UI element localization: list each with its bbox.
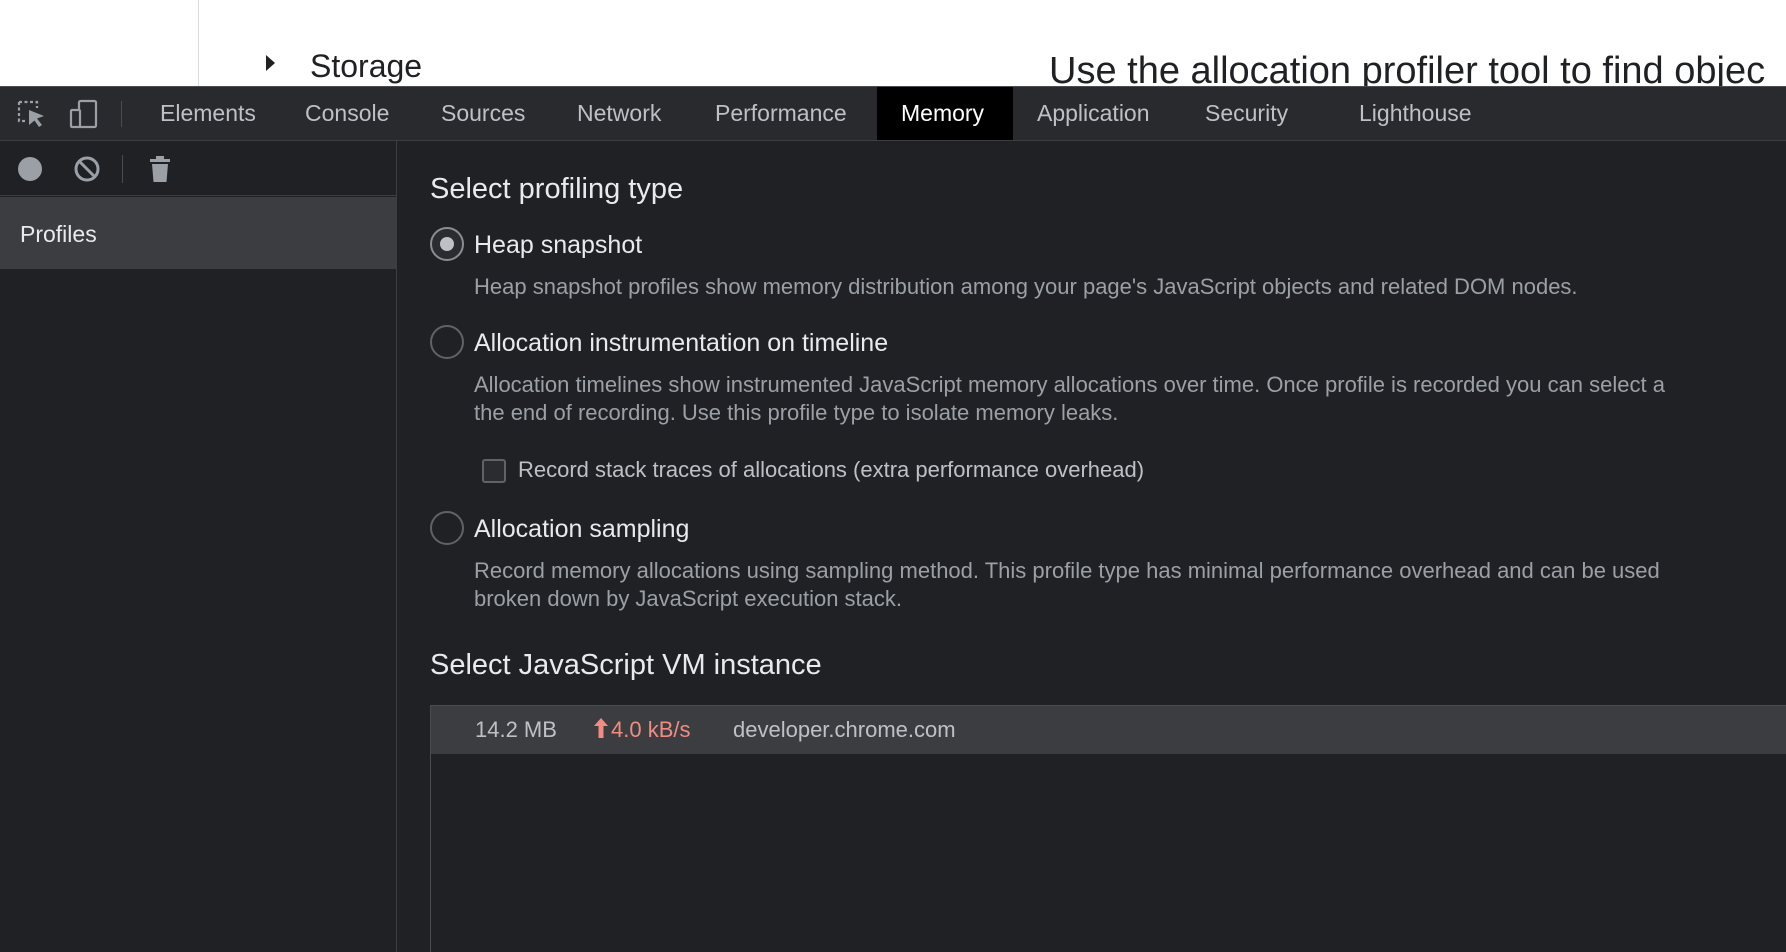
sidebar-item-profiles[interactable]: Profiles <box>0 199 396 269</box>
tab-security[interactable]: Security <box>1181 87 1312 140</box>
tab-application[interactable]: Application <box>1013 87 1174 140</box>
profiles-toolbar <box>0 141 396 199</box>
devtools-tabbar: Elements Console Sources Network Perform… <box>0 86 1786 141</box>
tab-performance[interactable]: Performance <box>691 87 871 140</box>
expand-triangle-icon[interactable] <box>266 55 275 71</box>
vm-instance-row[interactable]: 14.2 MB 4.0 kB/s developer.chrome.com <box>431 706 1786 754</box>
tab-console[interactable]: Console <box>281 87 413 140</box>
allocation-sampling-description-line2: broken down by JavaScript execution stac… <box>474 586 903 611</box>
clear-icon[interactable] <box>72 154 102 184</box>
stack-traces-checkbox[interactable] <box>482 459 506 483</box>
vm-heap-size: 14.2 MB <box>475 717 557 742</box>
allocation-sampling-description-line1: Record memory allocations using sampling… <box>474 558 1660 583</box>
profiles-sidebar: Profiles <box>0 141 397 952</box>
record-icon[interactable] <box>15 154 45 184</box>
allocation-timeline-radio[interactable] <box>430 325 464 359</box>
heap-snapshot-radio[interactable] <box>430 227 464 261</box>
memory-panel: Select profiling type Heap snapshot Heap… <box>398 141 1786 952</box>
tab-network[interactable]: Network <box>553 87 685 140</box>
allocation-timeline-description-line2: the end of recording. Use this profile t… <box>474 400 1119 425</box>
stack-traces-label[interactable]: Record stack traces of allocations (extr… <box>518 457 1144 483</box>
allocation-sampling-radio[interactable] <box>430 511 464 545</box>
tab-memory[interactable]: Memory <box>877 87 1013 140</box>
profiling-type-title: Select profiling type <box>430 173 684 205</box>
tab-lighthouse[interactable]: Lighthouse <box>1335 87 1496 140</box>
vm-instance-list: 14.2 MB 4.0 kB/s developer.chrome.com <box>430 705 1786 952</box>
page-heading: Use the allocation profiler tool to find… <box>1049 50 1766 86</box>
heap-snapshot-label[interactable]: Heap snapshot <box>474 231 642 260</box>
inspected-page-strip: Storage Use the allocation profiler tool… <box>0 0 1786 86</box>
vm-allocation-rate: 4.0 kB/s <box>593 706 690 754</box>
trash-icon[interactable] <box>145 154 175 184</box>
tab-sources[interactable]: Sources <box>417 87 549 140</box>
tab-elements[interactable]: Elements <box>136 87 280 140</box>
toolbar-separator <box>121 101 122 127</box>
allocation-sampling-label[interactable]: Allocation sampling <box>474 515 689 544</box>
storage-nav-label[interactable]: Storage <box>310 48 422 84</box>
vm-instance-url: developer.chrome.com <box>733 717 956 742</box>
arrow-up-icon <box>594 718 608 738</box>
device-toolbar-icon[interactable] <box>68 99 100 129</box>
sidebar-toolbar-separator <box>122 155 123 183</box>
heap-snapshot-description: Heap snapshot profiles show memory distr… <box>474 274 1578 299</box>
allocation-timeline-description-line1: Allocation timelines show instrumented J… <box>474 372 1665 397</box>
vm-instance-title: Select JavaScript VM instance <box>430 649 822 681</box>
allocation-timeline-label[interactable]: Allocation instrumentation on timeline <box>474 329 888 358</box>
inspect-element-icon[interactable] <box>16 99 48 129</box>
page-left-column <box>0 0 199 86</box>
vm-allocation-rate-value: 4.0 kB/s <box>611 717 691 742</box>
